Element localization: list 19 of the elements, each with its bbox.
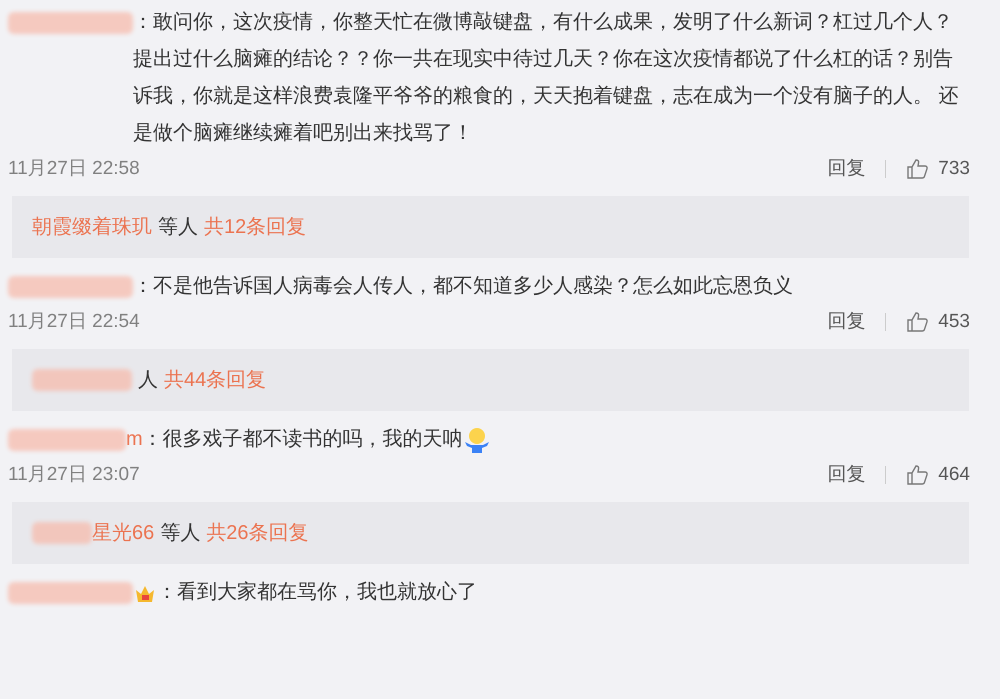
comment-text: ：很多戏子都不读书的吗，我的天呐: [142, 428, 463, 450]
like-button[interactable]: 453: [906, 308, 970, 336]
reply-summary-text: 等人: [160, 521, 200, 546]
reply-link[interactable]: 回复: [827, 154, 866, 184]
comment-text: ：看到大家都在骂你，我也就放心了: [157, 581, 477, 603]
thumbs-up-icon: [906, 463, 930, 487]
comment-text: ：敢问你，这次疫情，你整天忙在微博敲键盘，有什么成果，发明了什么新词？杠过几个人？提出过什么脑瘫的结论？？你一共在现实中待过几天？你在这次疫情都说了什么杠的话？别告诉我，你就是这样浪费袁隆平爷爷的粮食的，天天抱着键盘，志在成为一个没有脑子的人。 还是做个脑瘫继续瘫着吧别出来找骂了！: [133, 11, 959, 144]
thumbs-up-icon: [906, 310, 930, 334]
thumbs-up-icon: [906, 157, 930, 181]
comment-time: 11月27日 22:58: [8, 156, 140, 181]
reply-link[interactable]: 回复: [827, 308, 866, 336]
comment-time: 11月27日 22:54: [8, 310, 140, 334]
comment-time: 11月27日 23:07: [8, 462, 140, 487]
reply-summary-text: 等人: [158, 215, 198, 240]
comment-text: ：不是他告诉国人病毒会人传人，都不知道多少人感染？怎么如此忘恩负义: [133, 275, 793, 297]
like-button[interactable]: 733: [906, 154, 970, 184]
reply-link[interactable]: 回复: [827, 460, 866, 490]
reply-summary-text: 人: [138, 368, 158, 393]
like-button[interactable]: 464: [906, 460, 970, 490]
